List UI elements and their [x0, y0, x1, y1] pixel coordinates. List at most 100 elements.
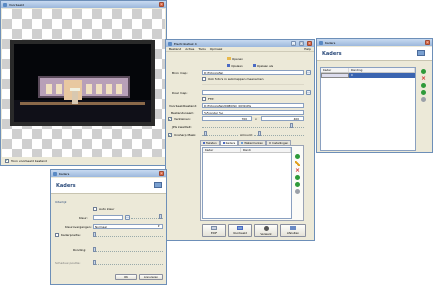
unsharp-label: Unsharp Mask: — [174, 133, 197, 137]
preview-titlebar[interactable]: Voorbeeld × — [1, 1, 166, 8]
close-button[interactable]: × — [159, 2, 164, 7]
ook-fotos-label: Ook foto's in submappen meenemen — [208, 77, 264, 81]
ok-button[interactable]: OK — [115, 274, 137, 280]
column-kader[interactable]: Kader — [321, 68, 349, 72]
kaders-dialog-titlebar[interactable]: Kaders × — [51, 170, 166, 177]
show-preview-checkbox[interactable]: ✓ — [5, 158, 9, 163]
copy-icon[interactable] — [295, 189, 300, 194]
main-window: Electrobatiek 4 _ □ × Bestand Acties Too… — [165, 39, 315, 241]
column-kader[interactable]: Kader — [203, 148, 241, 152]
menu-tools[interactable]: Tools — [198, 47, 205, 51]
ook-fotos-checkbox[interactable] — [202, 77, 206, 81]
menu-acties[interactable]: Acties — [185, 47, 194, 51]
bestandsnaam-field[interactable]: %Foonder %o — [202, 110, 304, 115]
jpg-label: JPG kwaliteit: — [172, 125, 192, 129]
kaders-table[interactable]: Kader Rondi — [202, 147, 292, 219]
width-spinner[interactable]: 700 — [202, 116, 252, 121]
hoeken-select[interactable]: Normaal — [93, 224, 163, 229]
close-button[interactable]: × — [159, 171, 164, 176]
preview-photo — [10, 40, 155, 126]
save-button[interactable]: Opslaan — [222, 62, 248, 69]
kaderpositie-slider[interactable] — [93, 232, 163, 237]
ok-label: OK — [123, 275, 129, 279]
kleur-field[interactable] — [93, 215, 123, 220]
app-icon — [168, 41, 172, 46]
amount-label: Amount: — [240, 133, 253, 137]
ftp-checkbox[interactable] — [202, 97, 206, 101]
voorbeeld-button[interactable]: Voorbeeld — [228, 224, 252, 237]
minimize-button[interactable]: _ — [291, 41, 296, 46]
app-icon — [53, 171, 57, 176]
menu-bestand[interactable]: Bestand — [169, 47, 181, 51]
amount-slider[interactable] — [254, 131, 304, 136]
disk-icon — [227, 64, 231, 67]
add-icon[interactable] — [421, 69, 426, 74]
slider-thumb[interactable] — [93, 232, 96, 237]
move-down-icon[interactable] — [421, 90, 426, 95]
move-up-icon[interactable] — [421, 83, 426, 88]
add-icon[interactable] — [295, 154, 300, 159]
cancel-button[interactable]: Annuleren — [139, 274, 163, 280]
color-picker-button[interactable]: … — [125, 215, 130, 220]
unsharp-slider[interactable] — [202, 131, 238, 136]
row-color-cell — [321, 73, 349, 78]
menu-opmaak[interactable]: Opmaak — [210, 47, 223, 51]
kaders-list-title: Kaders — [325, 40, 336, 45]
slider-thumb[interactable] — [93, 260, 96, 265]
preview-window: Voorbeeld × ✓ Toon voorbeeld bestand — [0, 0, 167, 166]
kaders-list-titlebar[interactable]: Kaders × — [317, 39, 432, 46]
close-button[interactable]: × — [425, 40, 430, 45]
slider-thumb[interactable] — [93, 247, 96, 252]
doel-map-field[interactable] — [202, 90, 304, 95]
ronding-label: Ronding: — [73, 248, 87, 252]
kleur-slider[interactable] — [131, 214, 163, 219]
main-titlebar[interactable]: Electrobatiek 4 _ □ × — [166, 40, 314, 47]
voorbeeld-field[interactable]: D:\Fotografie\2008\DSC_0039.JPG — [202, 103, 304, 108]
schaduw-slider[interactable] — [93, 260, 163, 265]
menu-help[interactable]: Help — [304, 47, 311, 51]
afsluiten-button[interactable]: Afsluiten — [280, 224, 306, 237]
kaders-list-table[interactable]: Kader Ronding 0 — [320, 67, 416, 151]
kaderpositie-checkbox[interactable] — [55, 233, 59, 237]
bron-map-field[interactable]: D:\Fotografie\ — [202, 70, 304, 75]
maximize-button[interactable]: □ — [299, 41, 304, 46]
jpg-quality-slider[interactable] — [202, 123, 304, 128]
save-as-button[interactable]: Opslaan als — [248, 62, 278, 69]
ronding-slider[interactable] — [93, 247, 163, 252]
ftp-label: FTP: — [208, 97, 215, 101]
exif-label: EXIF — [210, 231, 218, 235]
height-spinner[interactable]: 400 — [261, 116, 304, 121]
column-ronding[interactable]: Ronding — [349, 68, 415, 72]
x-label: x — [255, 117, 257, 121]
exif-button[interactable]: EXIF — [202, 224, 226, 237]
move-down-icon[interactable] — [295, 182, 300, 187]
auto-kleur-checkbox[interactable] — [93, 207, 97, 211]
move-up-icon[interactable] — [295, 175, 300, 180]
verkleinen-checkbox[interactable]: ✓ — [168, 117, 172, 121]
voorbeeld-label: Voorbeeld — [232, 231, 248, 235]
open-button[interactable]: Openen — [222, 55, 248, 62]
browse-icon[interactable]: … — [306, 90, 311, 95]
dialog-heading: Kaders — [56, 183, 76, 189]
browse-icon[interactable]: … — [306, 70, 311, 75]
delete-icon[interactable]: × — [421, 76, 426, 82]
close-button[interactable]: × — [307, 41, 312, 46]
kaders-dialog: Kaders × Kaders Uiterlijk Auto kleur Kle… — [50, 169, 167, 285]
edit-icon[interactable] — [295, 161, 300, 166]
gear-icon — [269, 142, 272, 144]
table-row[interactable]: 0 — [321, 73, 415, 78]
slider-thumb[interactable] — [204, 131, 207, 136]
unsharp-checkbox[interactable]: ✓ — [168, 133, 172, 137]
slider-thumb[interactable] — [258, 131, 261, 136]
delete-icon[interactable]: × — [295, 168, 300, 174]
column-ronding[interactable]: Rondi — [241, 148, 291, 152]
kaders-dialog-title: Kaders — [59, 171, 70, 176]
verwerk-button[interactable]: Verwerk — [254, 224, 278, 237]
chevron-down-icon[interactable]: ▾ — [158, 225, 160, 228]
menubar: Bestand Acties Tools Opmaak Help — [166, 47, 314, 52]
copy-icon[interactable] — [421, 97, 426, 102]
slider-thumb[interactable] — [290, 123, 293, 128]
slider-thumb[interactable] — [159, 214, 162, 219]
cancel-label: Annuleren — [143, 275, 159, 279]
process-icon — [263, 225, 269, 231]
